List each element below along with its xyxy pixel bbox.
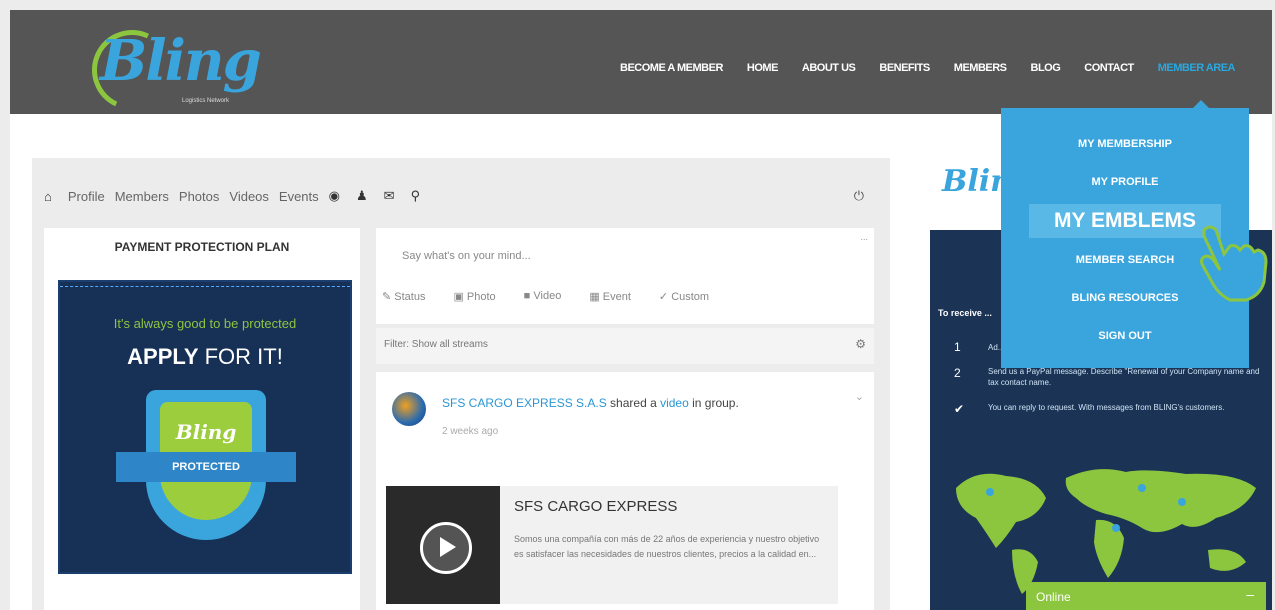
tab-event[interactable]: ▦ Event: [589, 290, 645, 303]
logo-tagline: Logistics Network: [182, 98, 230, 104]
tab-status[interactable]: ✎ Status: [382, 290, 439, 303]
payment-protection-card: PAYMENT PROTECTION PLAN It's always good…: [44, 228, 360, 610]
search-icon[interactable]: ⚲: [411, 188, 421, 204]
toolbar-profile[interactable]: Profile: [68, 189, 105, 204]
online-chat-bar[interactable]: Online –: [1026, 582, 1266, 610]
nav-benefits[interactable]: BENEFITS: [879, 62, 930, 74]
actor-link[interactable]: SFS CARGO EXPRESS S.A.S: [442, 396, 607, 410]
power-icon[interactable]: ⏻: [854, 188, 864, 204]
object-link[interactable]: video: [660, 396, 689, 410]
activity-time: 2 weeks ago: [442, 426, 499, 437]
chat-toggle-button[interactable]: –: [1246, 586, 1254, 602]
gear-icon[interactable]: ⚙: [855, 337, 866, 351]
sidebar-intro: To receive ...: [938, 308, 992, 318]
tab-photo[interactable]: ▣ Photo: [453, 290, 509, 303]
tab-video[interactable]: ■ Video: [524, 290, 576, 303]
bling-logo[interactable]: Bling Logistics Network: [80, 18, 262, 122]
ad-headline: It's always good to be protected: [113, 316, 297, 331]
embed-title[interactable]: SFS CARGO EXPRESS: [514, 498, 677, 515]
tab-custom[interactable]: ✓ Custom: [659, 290, 723, 303]
step-text: Send us a PayPal message. Describe "Rene…: [988, 367, 1260, 387]
logo-wordmark: Bling: [100, 28, 262, 94]
pointer-hand-icon: [1200, 225, 1268, 302]
video-thumbnail[interactable]: [386, 486, 500, 604]
toolbar-events[interactable]: Events: [279, 189, 319, 204]
nav-become-member[interactable]: BECOME A MEMBER: [620, 62, 723, 74]
activity-item: SFS CARGO EXPRESS S.A.S shared a video i…: [376, 372, 874, 610]
header-bar: Bling Logistics Network BECOME A MEMBER …: [10, 10, 1272, 122]
nav-members[interactable]: MEMBERS: [954, 62, 1007, 74]
menu-my-emblems[interactable]: MY EMBLEMS: [1029, 204, 1221, 238]
composer-placeholder[interactable]: Say what's on your mind...: [402, 250, 531, 262]
step-icon: 2: [954, 366, 961, 380]
mail-icon[interactable]: ✉: [384, 188, 395, 204]
composer-tabs: ✎ Status ▣ Photo ■ Video ▦ Event ✓ Custo…: [382, 290, 737, 303]
step-text: You can reply to request. With messages …: [988, 403, 1225, 412]
menu-my-profile[interactable]: MY PROFILE: [1001, 176, 1249, 188]
card-title: PAYMENT PROTECTION PLAN: [114, 240, 290, 254]
home-icon[interactable]: ⌂: [44, 189, 52, 204]
check-icon: ✔: [954, 402, 965, 416]
video-embed[interactable]: SFS CARGO EXPRESS Somos una compañía con…: [386, 486, 838, 604]
step-icon: 1: [954, 340, 961, 354]
menu-sign-out[interactable]: SIGN OUT: [1001, 330, 1249, 342]
protected-ribbon: PROTECTED: [116, 452, 296, 482]
protection-ad-banner[interactable]: It's always good to be protected APPLY F…: [58, 280, 352, 574]
status-composer[interactable]: Say what's on your mind... ...: [376, 228, 874, 324]
nav-contact[interactable]: CONTACT: [1084, 62, 1134, 74]
chat-label: Online: [1036, 590, 1071, 604]
menu-my-membership[interactable]: MY MEMBERSHIP: [1001, 138, 1249, 150]
toolbar-photos[interactable]: Photos: [179, 189, 219, 204]
world-map-graphic: [956, 469, 1256, 594]
nav-blog[interactable]: BLOG: [1031, 62, 1061, 74]
shield-icon: Bling PROTECTED: [116, 390, 296, 540]
user-icon[interactable]: ♟: [356, 188, 368, 204]
stream-filter-bar[interactable]: Filter: Show all streams ⚙: [376, 328, 874, 364]
nav-about-us[interactable]: ABOUT US: [802, 62, 856, 74]
shield-logo: Bling: [175, 420, 237, 444]
chevron-down-icon[interactable]: ⌄: [855, 390, 864, 403]
nav-home[interactable]: HOME: [747, 62, 779, 74]
main-nav: BECOME A MEMBER HOME ABOUT US BENEFITS M…: [620, 62, 1259, 74]
ad-cta: APPLY FOR IT!: [127, 344, 283, 369]
filter-label[interactable]: Filter: Show all streams: [384, 339, 488, 350]
community-toolbar: ⌂ Profile Members Photos Videos Events ◉…: [44, 178, 874, 214]
activity-text: SFS CARGO EXPRESS S.A.S shared a video i…: [442, 396, 739, 410]
toolbar-videos[interactable]: Videos: [229, 189, 269, 204]
avatar[interactable]: [392, 392, 426, 426]
nav-member-area[interactable]: MEMBER AREA: [1158, 62, 1236, 74]
embed-description: Somos una compañía con más de 22 años de…: [514, 534, 820, 559]
toolbar-members[interactable]: Members: [115, 189, 169, 204]
ad-border-line: [60, 286, 350, 287]
composer-more: ...: [860, 232, 868, 242]
globe-icon[interactable]: ◉: [329, 188, 340, 204]
play-icon[interactable]: [420, 522, 472, 574]
